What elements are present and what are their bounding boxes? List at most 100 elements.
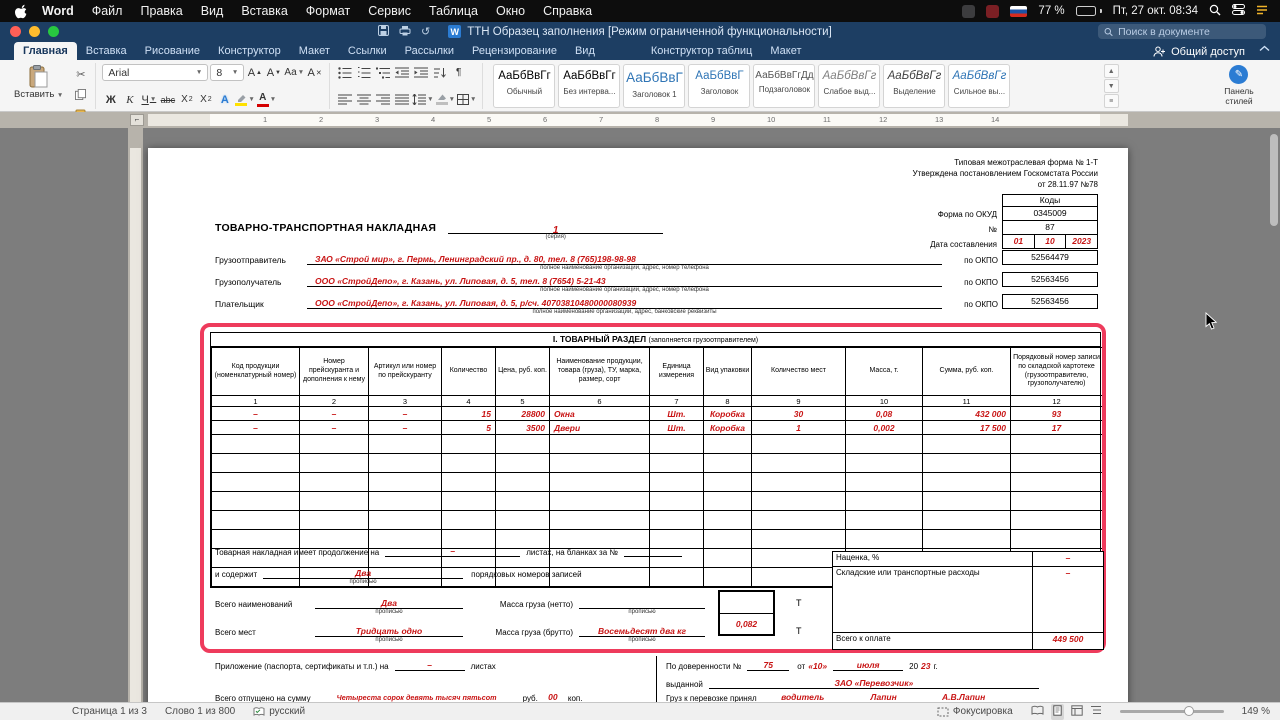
battery-icon[interactable] [1075, 6, 1102, 16]
strikethrough-button[interactable]: abc [159, 91, 176, 108]
increase-indent-button[interactable] [412, 64, 429, 81]
poa-number[interactable]: 75 [764, 660, 773, 670]
print-layout-icon[interactable] [1050, 703, 1064, 720]
goods-empty-row-cell-12[interactable] [1010, 529, 1103, 549]
markup-value[interactable]: – [1066, 553, 1071, 563]
clear-formatting-button[interactable]: А ✕ [306, 64, 323, 81]
goods-header-cell-9[interactable]: Количество мест [751, 347, 846, 396]
goods-empty-row-cell-10[interactable] [845, 529, 923, 549]
ribbon-tab-6[interactable]: Ссылки [339, 42, 396, 60]
goods-empty-row-cell-4[interactable] [441, 434, 496, 454]
undo-icon[interactable]: ↺ [421, 25, 430, 38]
cargo-role[interactable]: водитель [781, 692, 824, 702]
goods-colnum-cell-4[interactable]: 4 [441, 395, 496, 407]
goods-empty-row-cell-1[interactable] [211, 453, 300, 473]
goods-data-row-2-cell-7[interactable]: Шт. [649, 420, 704, 435]
menu-item-4[interactable]: Вставка [232, 4, 296, 18]
goods-empty-row-cell-3[interactable] [368, 434, 442, 454]
italic-button[interactable]: К [121, 91, 138, 108]
menu-extra-icon-2[interactable] [986, 4, 1000, 18]
goods-header-cell-11[interactable]: Сумма, руб. коп. [922, 347, 1011, 396]
align-left-button[interactable] [336, 91, 353, 108]
text-effects-button[interactable]: А [216, 91, 233, 108]
goods-empty-row-cell-3[interactable] [368, 510, 442, 530]
numbering-button[interactable] [355, 64, 372, 81]
goods-empty-row-cell-2[interactable] [299, 491, 369, 511]
goods-data-row-1-cell-7[interactable]: Шт. [649, 406, 704, 421]
change-case-button[interactable]: Аа ▼ [284, 64, 304, 81]
goods-empty-row-cell-7[interactable] [649, 472, 704, 492]
goods-data-row-1-cell-5[interactable]: 28800 [495, 406, 550, 421]
vertical-ruler[interactable] [128, 128, 143, 702]
seria-line[interactable]: 1 (серия) [448, 223, 664, 240]
goods-empty-row-cell-11[interactable] [922, 434, 1011, 454]
goods-colnum-cell-12[interactable]: 12 [1010, 395, 1103, 407]
save-icon[interactable] [378, 23, 389, 41]
bold-button[interactable]: Ж [102, 91, 119, 108]
goods-data-row-2-cell-4[interactable]: 5 [441, 420, 496, 435]
goods-empty-row-cell-9[interactable] [751, 491, 846, 511]
style-card-6[interactable]: АаБбВвГг Слабое выд... [818, 64, 881, 108]
style-card-4[interactable]: АаБбВвГ Заголовок [688, 64, 751, 108]
menu-item-5[interactable]: Формат [297, 4, 359, 18]
goods-colnum-cell-9[interactable]: 9 [751, 395, 846, 407]
date-day[interactable]: 01 [1003, 235, 1034, 248]
cont-line[interactable]: – [385, 546, 521, 557]
brutto-line[interactable]: Восемьдесят два кг прописью [579, 626, 705, 643]
goods-empty-row-cell-5[interactable] [495, 434, 550, 454]
outline-view-icon[interactable] [1090, 705, 1102, 718]
goods-colnum-cell-3[interactable]: 3 [368, 395, 442, 407]
goods-colnum-cell-11[interactable]: 11 [922, 395, 1011, 407]
subscript-button[interactable]: X2 [178, 91, 195, 108]
ribbon-tab-5[interactable]: Макет [290, 42, 339, 60]
zoom-slider[interactable] [1119, 706, 1224, 716]
goods-empty-row-cell-12[interactable] [1010, 472, 1103, 492]
netto-line[interactable]: прописью [579, 598, 705, 615]
contextual-tab-1[interactable]: Конструктор таблиц [642, 42, 761, 60]
decrease-indent-button[interactable] [393, 64, 410, 81]
netto-box-cell[interactable] [720, 592, 773, 613]
print-icon[interactable] [399, 23, 411, 41]
style-card-2[interactable]: АаБбВвГг Без интерва... [558, 64, 621, 108]
goods-colnum-cell-1[interactable]: 1 [211, 395, 300, 407]
goods-data-row-1-cell-11[interactable]: 432 000 [922, 406, 1011, 421]
sort-button[interactable] [431, 64, 448, 81]
font-size-select[interactable]: 8 ▼ [210, 64, 245, 81]
goods-empty-row-cell-7[interactable] [649, 434, 704, 454]
goods-data-row-2-cell-12[interactable]: 17 [1010, 420, 1103, 435]
cont-blank-line[interactable] [623, 546, 682, 557]
document-page[interactable]: Типовая межотраслевая форма № 1-Т Утверж… [148, 148, 1128, 702]
goods-empty-row-cell-2[interactable] [299, 434, 369, 454]
goods-data-row-2-cell-5[interactable]: 3500 [495, 420, 550, 435]
brutto-box-value[interactable]: 0,082 [736, 619, 757, 629]
issued-value[interactable]: ЗАО «Перевозчик» [834, 678, 913, 688]
goods-empty-row-cell-4[interactable] [441, 491, 496, 511]
goods-empty-row-cell-6[interactable] [549, 491, 650, 511]
poa-month-line[interactable]: июля [833, 660, 904, 671]
goods-empty-row-cell-8[interactable] [703, 548, 752, 568]
goods-colnum-cell-6[interactable]: 6 [549, 395, 650, 407]
collapse-ribbon-icon[interactable] [1259, 39, 1270, 57]
show-paragraph-marks-button[interactable]: ¶ [450, 64, 467, 81]
minimize-window-button[interactable] [29, 26, 40, 37]
cut-icon[interactable]: ✂ [72, 66, 89, 83]
style-card-1[interactable]: АаБбВвГг Обычный [493, 64, 556, 108]
shading-button[interactable]: ▼ [435, 91, 455, 108]
notification-center-icon[interactable] [1256, 5, 1268, 18]
goods-empty-row-cell-9[interactable] [751, 453, 846, 473]
goods-data-row-1-cell-2[interactable]: – [299, 406, 369, 421]
horizontal-ruler[interactable]: ⌐ 1 2 3 4 5 6 7 8 9 10 11 12 13 14 [0, 112, 1280, 128]
goods-empty-row-cell-5[interactable] [495, 510, 550, 530]
highlight-button[interactable]: ▼ [235, 91, 255, 108]
keyboard-layout-flag-icon[interactable] [1010, 5, 1028, 17]
poa-month[interactable]: июля [857, 660, 880, 670]
goods-empty-row-cell-9[interactable] [751, 472, 846, 492]
storage-value[interactable]: – [1066, 568, 1071, 578]
goods-data-row-2-cell-9[interactable]: 1 [751, 420, 846, 435]
justify-button[interactable] [393, 91, 410, 108]
goods-data-row-1-cell-8[interactable]: Коробка [703, 406, 752, 421]
goods-empty-row-cell-7[interactable] [649, 510, 704, 530]
goods-colnum-cell-8[interactable]: 8 [703, 395, 752, 407]
kop-value[interactable]: 00 [548, 692, 557, 702]
goods-empty-row-cell-3[interactable] [368, 453, 442, 473]
